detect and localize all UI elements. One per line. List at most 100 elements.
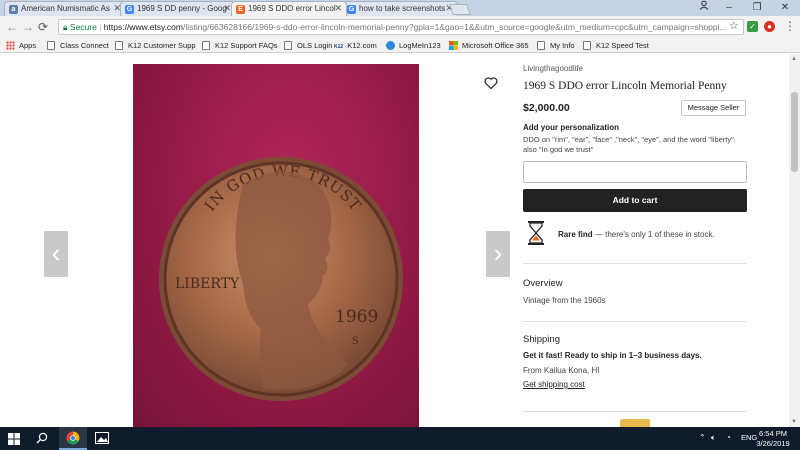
google-icon: G — [125, 5, 134, 14]
clock-time: 6:54 PM — [759, 429, 787, 438]
extension-icon[interactable]: ✓ — [747, 21, 758, 32]
tab-title: American Numismatic As — [21, 4, 110, 13]
ana-icon: a — [9, 5, 18, 14]
scroll-up-icon[interactable]: ▲ — [791, 56, 797, 62]
search-icon[interactable] — [36, 432, 48, 444]
favorite-heart-icon[interactable] — [484, 76, 498, 90]
divider — [523, 263, 747, 264]
page-icon — [537, 41, 545, 50]
maximize-button[interactable]: ❐ — [743, 0, 771, 16]
k12-logo-icon: K12 — [334, 44, 344, 50]
shop-name-link[interactable]: Livingthagoodlife — [523, 64, 583, 73]
bookmark-my-info[interactable]: My Info — [537, 40, 575, 51]
tab-title: 1969 S DDO error Lincol — [248, 4, 336, 13]
coin-year: 1969 — [335, 307, 378, 327]
page-icon — [583, 41, 591, 50]
divider — [523, 321, 747, 322]
windows-taskbar: ⌃ 🔈︎ ◔ ENG 6:54 PM 3/26/2019 — [0, 427, 800, 450]
coin-image: IN GOD WE TRUST LIBERTY 1969 S — [159, 157, 403, 401]
tab-american-numismatic[interactable]: a American Numismatic As ✕ — [4, 1, 126, 16]
taskbar-clock[interactable]: 6:54 PM 3/26/2019 — [755, 429, 791, 449]
add-to-cart-button[interactable]: Add to cart — [523, 189, 747, 212]
google-icon: G — [347, 5, 356, 14]
tab-google-search[interactable]: G 1969 S DD penny - Goog ✕ — [120, 1, 236, 16]
reload-icon[interactable]: ⟳ — [38, 20, 48, 34]
shipping-heading: Shipping — [523, 334, 560, 345]
close-icon[interactable]: ✕ — [334, 3, 342, 14]
new-tab-button[interactable] — [448, 4, 472, 15]
overview-text: Vintage from the 1960s — [523, 296, 606, 305]
minimize-button[interactable]: – — [715, 0, 743, 16]
divider — [523, 411, 747, 412]
scroll-down-icon[interactable]: ▼ — [791, 419, 797, 425]
page-icon — [284, 41, 292, 50]
page-icon — [202, 41, 210, 50]
back-icon[interactable]: ← — [6, 20, 18, 34]
clock-date: 3/26/2019 — [756, 439, 790, 448]
microsoft-icon — [449, 41, 458, 50]
shipping-origin: From Kailua Kona, HI — [523, 366, 600, 375]
page-scrollbar[interactable]: ▲ ▼ — [789, 54, 800, 427]
etsy-icon: E — [236, 5, 245, 14]
bookmark-k12-com[interactable]: K12 K12.com — [334, 40, 377, 53]
taskbar-photos[interactable] — [88, 427, 116, 450]
etsy-listing-page: IN GOD WE TRUST LIBERTY 1969 S ‹ › Livin… — [0, 54, 789, 427]
address-bar[interactable]: 🔒︎ Secure | https://www.etsy.com/listing… — [58, 19, 744, 35]
bookmark-logmein123[interactable]: LogMeIn123 — [386, 40, 441, 51]
listing-title: 1969 S DDO error Lincoln Memorial Penny — [523, 80, 727, 92]
url-path: /listing/663628166/1969-s-ddo-error-linc… — [183, 22, 727, 32]
url-host: https://www.etsy.com — [103, 22, 183, 32]
tab-screenshots[interactable]: G how to take screenshots ✕ — [342, 1, 458, 16]
bookmark-k12-speed-test[interactable]: K12 Speed Test — [583, 40, 649, 51]
rare-find-text: — there's only 1 of these in stock. — [592, 230, 715, 239]
partial-badge — [620, 419, 650, 427]
bookmark-apps[interactable]: Apps — [6, 40, 36, 51]
taskbar-chrome[interactable] — [59, 427, 87, 450]
scrollbar-thumb[interactable] — [791, 92, 798, 172]
forward-icon[interactable]: → — [22, 20, 34, 34]
coin-mint-mark: S — [352, 336, 359, 347]
bookmark-ols-login[interactable]: OLS Login — [284, 40, 332, 51]
photos-icon — [95, 432, 109, 444]
bookmarks-bar: Apps Class Connect K12 Customer Supp K12… — [0, 38, 800, 53]
tab-title: 1969 S DD penny - Goog — [137, 4, 227, 13]
star-icon[interactable]: ☆ — [729, 19, 739, 33]
bookmark-k12-support-faqs[interactable]: K12 Support FAQs — [202, 40, 278, 51]
tab-title: how to take screenshots — [359, 4, 446, 13]
page-icon — [47, 41, 55, 50]
logmein-icon — [386, 41, 395, 50]
windows-start-icon[interactable] — [8, 433, 20, 445]
previous-image-button[interactable]: ‹ — [44, 231, 68, 277]
coin-liberty: LIBERTY — [175, 276, 240, 292]
personalization-description: DDO on "rim", "ear", "face" ,"neck", "ey… — [523, 135, 736, 154]
next-image-button[interactable]: › — [486, 231, 510, 277]
tab-etsy-listing[interactable]: E 1969 S DDO error Lincol ✕ — [231, 1, 347, 16]
apps-icon — [6, 41, 15, 50]
rare-find-notice: Rare find — there's only 1 of these in s… — [558, 230, 715, 239]
volume-icon[interactable]: 🔈︎ — [711, 433, 716, 443]
personalization-textarea[interactable] — [523, 161, 747, 183]
page-icon — [115, 41, 123, 50]
profile-icon[interactable] — [690, 0, 718, 16]
secure-label: Secure — [69, 22, 97, 32]
overview-heading: Overview — [523, 278, 563, 289]
rare-find-label: Rare find — [558, 230, 593, 239]
close-icon[interactable]: ✕ — [223, 3, 231, 14]
close-window-button[interactable]: ✕ — [771, 0, 799, 16]
bookmark-office-365[interactable]: Microsoft Office 365 — [449, 40, 529, 51]
shipping-speed: Get it fast! Ready to ship in 1–3 busine… — [523, 351, 702, 360]
notification-icon[interactable]: ● — [764, 21, 775, 32]
menu-icon[interactable]: ⋮ — [784, 19, 796, 33]
show-hidden-icons[interactable]: ⌃ — [699, 433, 706, 442]
listing-price: $2,000.00 — [523, 102, 570, 114]
network-icon[interactable]: ◔ — [726, 433, 731, 442]
listing-photo[interactable]: IN GOD WE TRUST LIBERTY 1969 S — [133, 64, 419, 427]
browser-toolbar: ← → ⟳ 🔒︎ Secure | https://www.etsy.com/l… — [0, 16, 800, 38]
lock-icon: 🔒︎ — [63, 22, 68, 32]
bookmark-k12-customer-support[interactable]: K12 Customer Supp — [115, 40, 196, 51]
bookmark-class-connect[interactable]: Class Connect — [47, 40, 109, 51]
shipping-cost-link[interactable]: Get shipping cost — [523, 380, 585, 389]
chrome-icon — [66, 431, 80, 445]
message-seller-button[interactable]: Message Seller — [681, 100, 746, 116]
personalization-label: Add your personalization — [523, 123, 620, 132]
